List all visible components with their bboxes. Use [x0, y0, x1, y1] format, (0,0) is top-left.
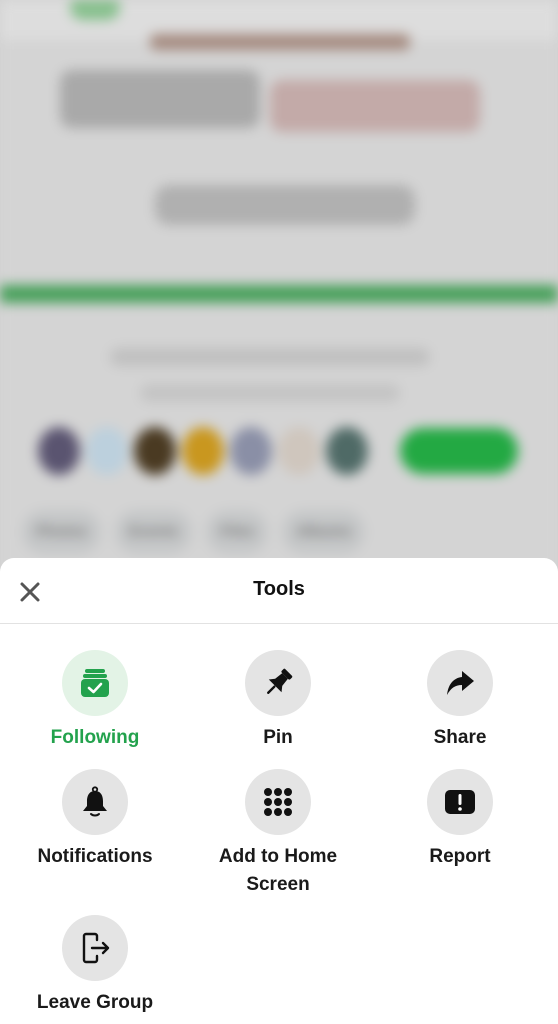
- tool-icon-circle: [62, 915, 128, 981]
- share-arrow-icon: [447, 671, 474, 695]
- tool-icon-circle: [62, 650, 128, 716]
- background-subtitle: [155, 185, 415, 225]
- tool-icon-circle: [62, 769, 128, 835]
- member-avatar: [278, 427, 320, 475]
- background-tab-albums: Albums: [282, 510, 366, 554]
- background-banner: [150, 34, 410, 50]
- tool-share[interactable]: Share: [370, 650, 550, 752]
- background-description-line-1: [110, 348, 430, 366]
- background-logo: [70, 0, 120, 20]
- member-avatar: [38, 427, 80, 475]
- tools-bottom-sheet: Tools Following Pin Share Notifications …: [0, 558, 558, 1024]
- member-avatar: [230, 427, 272, 475]
- background-tab-photos: Photos: [22, 510, 101, 554]
- tool-icon-circle: [245, 650, 311, 716]
- tool-label: Report: [429, 846, 491, 867]
- tool-icon-circle: [427, 650, 493, 716]
- member-avatar: [134, 427, 176, 475]
- member-avatar: [326, 427, 368, 475]
- tool-leave-group[interactable]: Leave Group: [5, 915, 185, 1017]
- tool-add-to-home-screen[interactable]: Add to Home Screen: [188, 769, 368, 899]
- tool-report[interactable]: Report: [370, 769, 550, 871]
- tool-label: Leave Group: [36, 992, 154, 1013]
- tool-pin[interactable]: Pin: [188, 650, 368, 752]
- tool-label: Notifications: [37, 846, 153, 867]
- following-check-icon: [81, 669, 109, 697]
- background-tabs: Photos Events Files Albums: [22, 510, 366, 554]
- background-title-part-2: [270, 80, 480, 132]
- grid-dots-icon: [264, 788, 292, 816]
- pin-icon: [267, 668, 293, 694]
- tool-label: Add to Home Screen: [218, 846, 338, 895]
- tool-label: Share: [433, 727, 487, 748]
- tool-icon-circle: [427, 769, 493, 835]
- background-title-part-1: [60, 70, 260, 128]
- tool-label: Following: [50, 727, 140, 748]
- background-tab-files: Files: [206, 510, 269, 554]
- background-join-button: [400, 428, 518, 474]
- sheet-title: Tools: [253, 578, 305, 600]
- bell-icon: [83, 786, 107, 817]
- background-description-line-2: [140, 384, 400, 402]
- member-avatar: [182, 427, 224, 475]
- tool-icon-circle: [245, 769, 311, 835]
- leave-door-icon: [82, 932, 110, 964]
- tool-notifications[interactable]: Notifications: [5, 769, 185, 871]
- report-exclamation-icon: [445, 790, 475, 814]
- tool-label: Pin: [263, 727, 293, 748]
- tool-following[interactable]: Following: [5, 650, 185, 752]
- background-tab-events: Events: [114, 510, 193, 554]
- background-green-bar: [0, 285, 558, 303]
- background-member-avatars: [38, 427, 368, 475]
- sheet-header: Tools: [0, 558, 558, 624]
- member-avatar: [86, 427, 128, 475]
